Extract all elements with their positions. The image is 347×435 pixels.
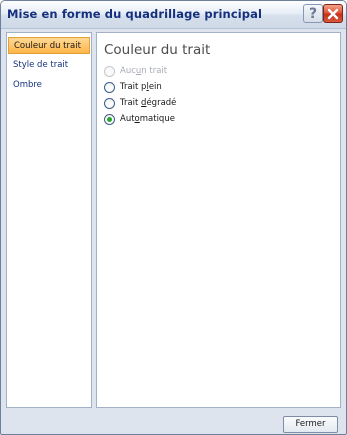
nav-item-style-de-trait[interactable]: Style de trait <box>8 57 90 74</box>
radio-label-automatique: Automatique <box>120 114 175 124</box>
radio-button-icon <box>104 97 115 109</box>
category-nav: Couleur du trait Style de trait Ombre <box>6 32 92 408</box>
radio-aucun-trait[interactable]: Aucun trait <box>104 65 167 77</box>
radio-label-trait-degrade: Trait dégradé <box>120 98 177 108</box>
close-icon <box>327 8 339 19</box>
help-icon: ? <box>308 5 318 22</box>
radio-label-aucun-trait: Aucun trait <box>120 66 168 76</box>
nav-item-couleur-du-trait[interactable]: Couleur du trait <box>8 37 90 54</box>
radio-button-icon <box>104 81 115 93</box>
radio-label-trait-plein: Trait plein <box>120 82 162 92</box>
close-button[interactable] <box>323 4 343 23</box>
help-button[interactable]: ? <box>303 4 323 23</box>
radio-automatique[interactable]: Automatique <box>104 113 175 125</box>
dialog-window: Mise en forme du quadrillage principal ?… <box>0 0 347 435</box>
radio-button-icon <box>104 65 115 77</box>
panel-title: Couleur du trait <box>104 42 211 58</box>
radio-button-checked-icon <box>104 113 115 125</box>
title-bar[interactable]: Mise en forme du quadrillage principal ? <box>1 1 346 29</box>
radio-trait-degrade[interactable]: Trait dégradé <box>104 97 176 109</box>
dialog-body: Couleur du trait Style de trait Ombre Co… <box>6 32 341 433</box>
nav-item-ombre[interactable]: Ombre <box>8 77 90 94</box>
dialog-title: Mise en forme du quadrillage principal <box>7 7 263 21</box>
fermer-button[interactable]: Fermer <box>283 416 338 433</box>
options-panel: Couleur du trait Aucun trait Trait plein… <box>96 32 341 408</box>
radio-trait-plein[interactable]: Trait plein <box>104 81 162 93</box>
